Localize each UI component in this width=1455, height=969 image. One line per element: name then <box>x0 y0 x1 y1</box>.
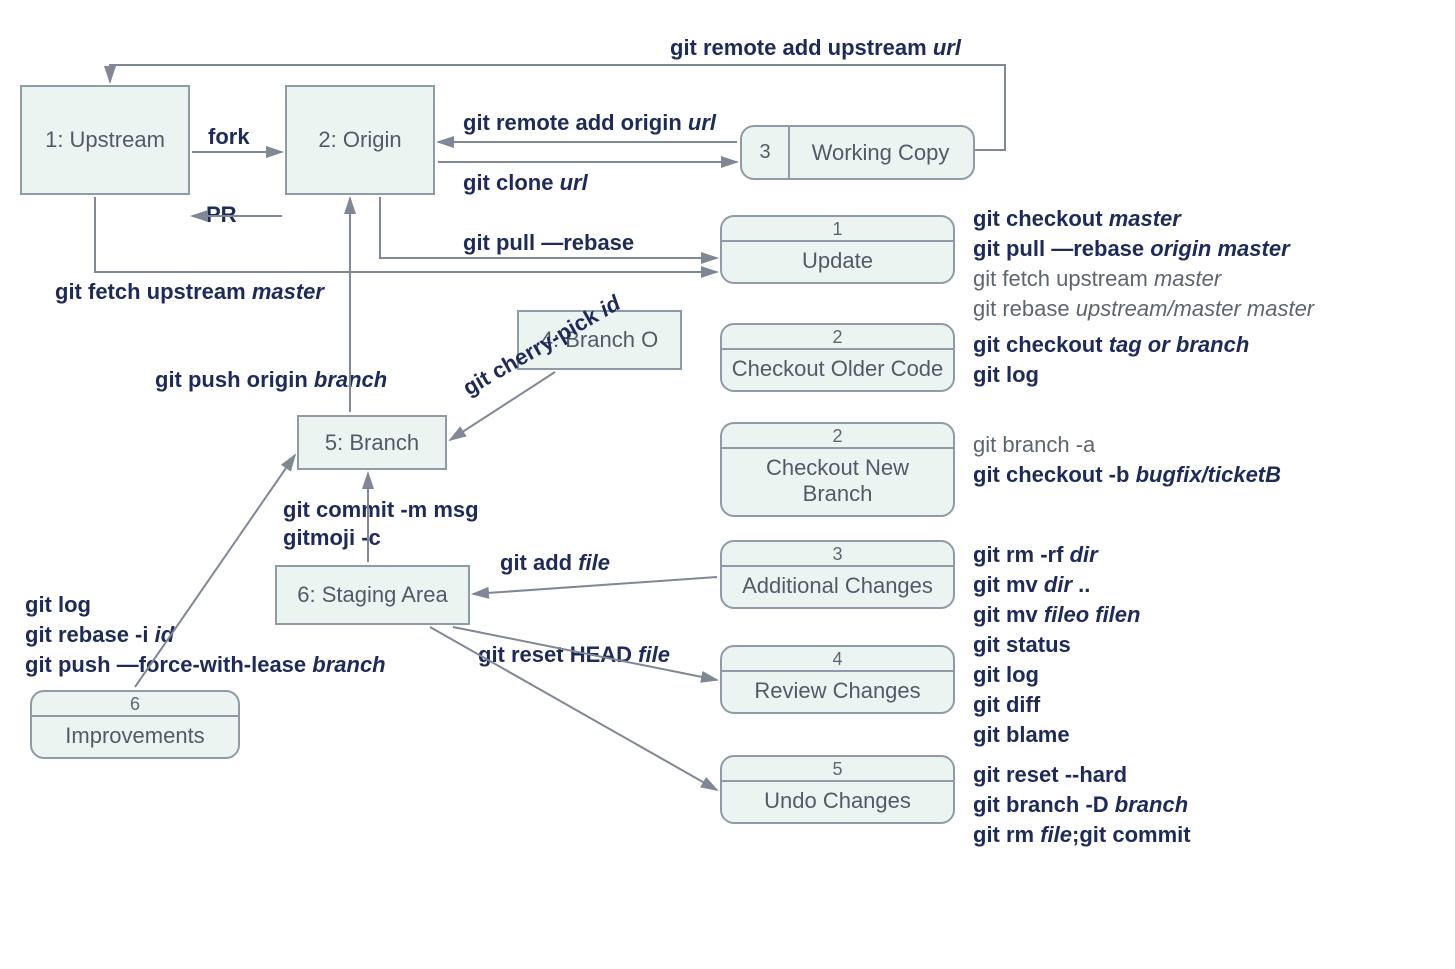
cmds-update: git checkout master git pull —rebase ori… <box>973 204 1314 324</box>
label-commit-msg: git commit -m msg <box>283 495 479 525</box>
pill-review-changes: 4 Review Changes <box>720 645 955 714</box>
node-origin: 2: Origin <box>285 85 435 195</box>
node-working-copy: 3 Working Copy <box>740 125 975 180</box>
working-copy-label: Working Copy <box>788 127 973 178</box>
git-workflow-diagram: 1: Upstream 2: Origin 4: Branch O 5: Bra… <box>0 0 1455 969</box>
pill-label: Checkout Older Code <box>722 350 953 390</box>
cmds-undo: git reset --hard git branch -D branch gi… <box>973 760 1191 850</box>
label-pr: PR <box>206 200 237 230</box>
cmds-improvements: git log git rebase -i id git push —force… <box>25 590 386 680</box>
pill-number: 2 <box>722 325 953 350</box>
pill-checkout-new: 2 Checkout New Branch <box>720 422 955 517</box>
pill-undo-changes: 5 Undo Changes <box>720 755 955 824</box>
pill-additional-changes: 3 Additional Changes <box>720 540 955 609</box>
pill-number: 3 <box>722 542 953 567</box>
pill-number: 4 <box>722 647 953 672</box>
pill-label: Undo Changes <box>722 782 953 822</box>
pill-checkout-older: 2 Checkout Older Code <box>720 323 955 392</box>
pill-number: 5 <box>722 757 953 782</box>
label-fork: fork <box>208 122 250 152</box>
label-pull-rebase: git pull —rebase <box>463 228 634 258</box>
node-branch: 5: Branch <box>297 415 447 470</box>
label-remote-add-upstream: git remote add upstream url <box>670 33 961 63</box>
cmds-additional-changes: git rm -rf dir git mv dir .. git mv file… <box>973 540 1140 630</box>
pill-label: Improvements <box>32 717 238 757</box>
pill-label: Checkout New Branch <box>722 449 953 515</box>
label-push-origin: git push origin branch <box>155 365 387 395</box>
label-git-clone: git clone url <box>463 168 588 198</box>
label-git-add: git add file <box>500 548 610 578</box>
pill-label: Update <box>722 242 953 282</box>
pill-label: Additional Changes <box>722 567 953 607</box>
cmds-checkout-old: git checkout tag or branch git log <box>973 330 1249 390</box>
pill-update: 1 Update <box>720 215 955 284</box>
label-git-reset-head: git reset HEAD file <box>478 640 670 670</box>
pill-number: 2 <box>722 424 953 449</box>
working-copy-number: 3 <box>742 127 790 178</box>
pill-improvements: 6 Improvements <box>30 690 240 759</box>
label-gitmoji: gitmoji -c <box>283 523 381 553</box>
pill-label: Review Changes <box>722 672 953 712</box>
cmds-review: git status git log git diff git blame <box>973 630 1071 750</box>
pill-number: 6 <box>32 692 238 717</box>
label-remote-add-origin: git remote add origin url <box>463 108 716 138</box>
label-fetch-upstream: git fetch upstream master <box>55 277 324 307</box>
pill-number: 1 <box>722 217 953 242</box>
node-upstream: 1: Upstream <box>20 85 190 195</box>
cmds-checkout-new: git branch -a git checkout -b bugfix/tic… <box>973 430 1281 490</box>
